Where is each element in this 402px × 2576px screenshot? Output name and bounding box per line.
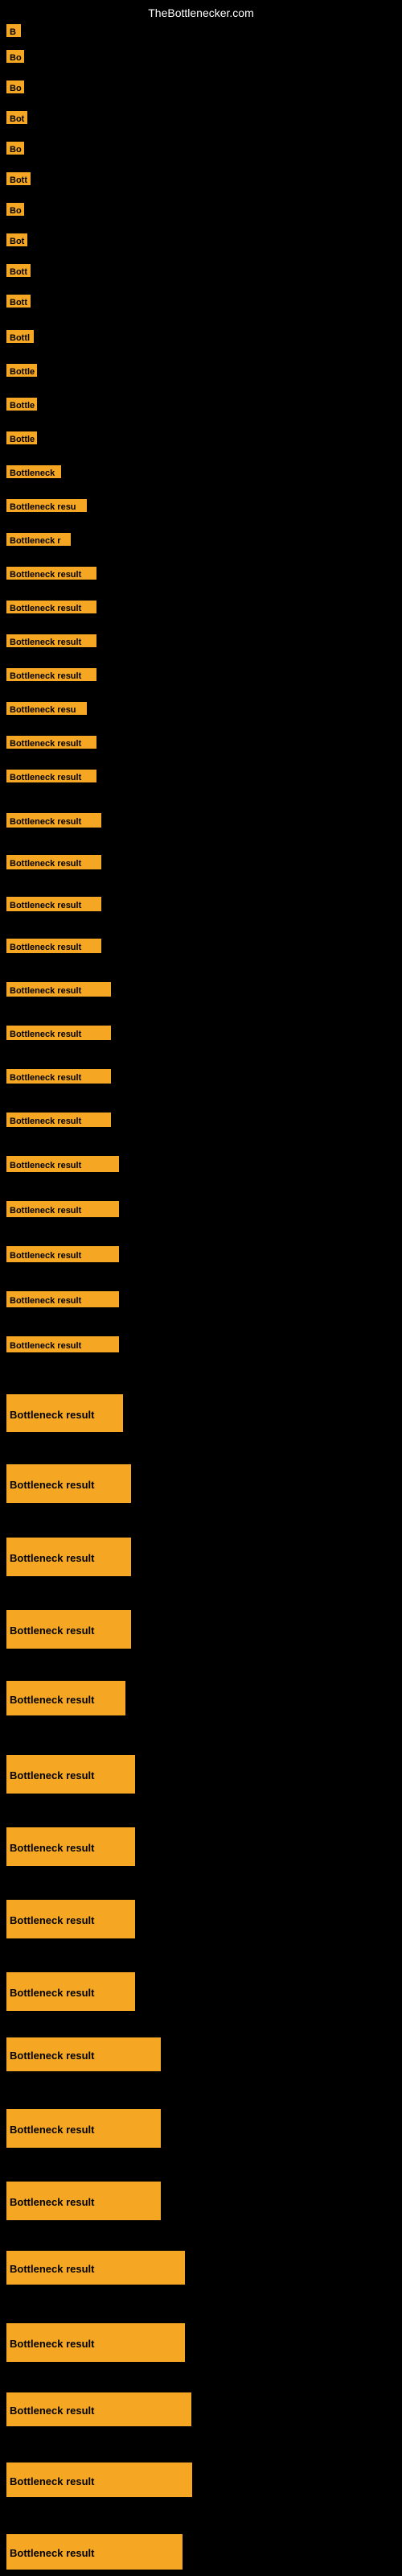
bottleneck-label-38: Bottleneck result (6, 1394, 123, 1432)
bottleneck-label-3: Bo (6, 80, 24, 93)
bottleneck-label-24: Bottleneck result (6, 770, 96, 782)
bottleneck-label-43: Bottleneck result (6, 1755, 135, 1794)
bottleneck-label-41: Bottleneck result (6, 1610, 131, 1649)
bottleneck-label-37: Bottleneck result (6, 1336, 119, 1352)
bottleneck-label-13: Bottle (6, 398, 37, 411)
bottleneck-label-7: Bo (6, 203, 24, 216)
bottleneck-label-18: Bottleneck result (6, 567, 96, 580)
bottleneck-label-39: Bottleneck result (6, 1464, 131, 1503)
bottleneck-label-4: Bot (6, 111, 27, 124)
bottleneck-label-5: Bo (6, 142, 24, 155)
bottleneck-label-42: Bottleneck result (6, 1681, 125, 1715)
bottleneck-label-45: Bottleneck result (6, 1900, 135, 1938)
bottleneck-label-44: Bottleneck result (6, 1827, 135, 1866)
bottleneck-label-15: Bottleneck (6, 465, 61, 478)
bottleneck-label-21: Bottleneck result (6, 668, 96, 681)
bottleneck-label-14: Bottle (6, 431, 37, 444)
bottleneck-label-20: Bottleneck result (6, 634, 96, 647)
bottleneck-label-6: Bott (6, 172, 31, 185)
bottleneck-label-48: Bottleneck result (6, 2109, 161, 2148)
bottleneck-label-12: Bottle (6, 364, 37, 377)
bottleneck-label-34: Bottleneck result (6, 1201, 119, 1217)
bottleneck-label-32: Bottleneck result (6, 1113, 111, 1127)
bottleneck-label-2: Bo (6, 50, 24, 63)
bottleneck-label-23: Bottleneck result (6, 736, 96, 749)
bottleneck-label-25: Bottleneck result (6, 813, 101, 828)
bottleneck-label-22: Bottleneck resu (6, 702, 87, 715)
bottleneck-label-28: Bottleneck result (6, 939, 101, 953)
bottleneck-label-17: Bottleneck r (6, 533, 71, 546)
bottleneck-label-47: Bottleneck result (6, 2037, 161, 2071)
bottleneck-label-40: Bottleneck result (6, 1538, 131, 1576)
bottleneck-label-26: Bottleneck result (6, 855, 101, 869)
bottleneck-label-53: Bottleneck result (6, 2462, 192, 2497)
bottleneck-label-10: Bott (6, 295, 31, 308)
bottleneck-label-31: Bottleneck result (6, 1069, 111, 1084)
bottleneck-label-36: Bottleneck result (6, 1291, 119, 1307)
bottleneck-label-27: Bottleneck result (6, 897, 101, 911)
bottleneck-label-8: Bot (6, 233, 27, 246)
bottleneck-label-50: Bottleneck result (6, 2251, 185, 2285)
bottleneck-label-51: Bottleneck result (6, 2323, 185, 2362)
bottleneck-label-52: Bottleneck result (6, 2392, 191, 2426)
bottleneck-label-49: Bottleneck result (6, 2182, 161, 2220)
bottleneck-label-35: Bottleneck result (6, 1246, 119, 1262)
bottleneck-label-16: Bottleneck resu (6, 499, 87, 512)
bottleneck-label-46: Bottleneck result (6, 1972, 135, 2011)
bottleneck-label-19: Bottleneck result (6, 601, 96, 613)
bottleneck-label-30: Bottleneck result (6, 1026, 111, 1040)
bottleneck-label-33: Bottleneck result (6, 1156, 119, 1172)
bottleneck-label-29: Bottleneck result (6, 982, 111, 997)
site-title: TheBottlenecker.com (148, 6, 254, 19)
bottleneck-label-1: B (6, 24, 21, 37)
bottleneck-label-55: Bottleneck result (6, 2534, 183, 2570)
bottleneck-label-9: Bott (6, 264, 31, 277)
bottleneck-label-11: Bottl (6, 330, 34, 343)
